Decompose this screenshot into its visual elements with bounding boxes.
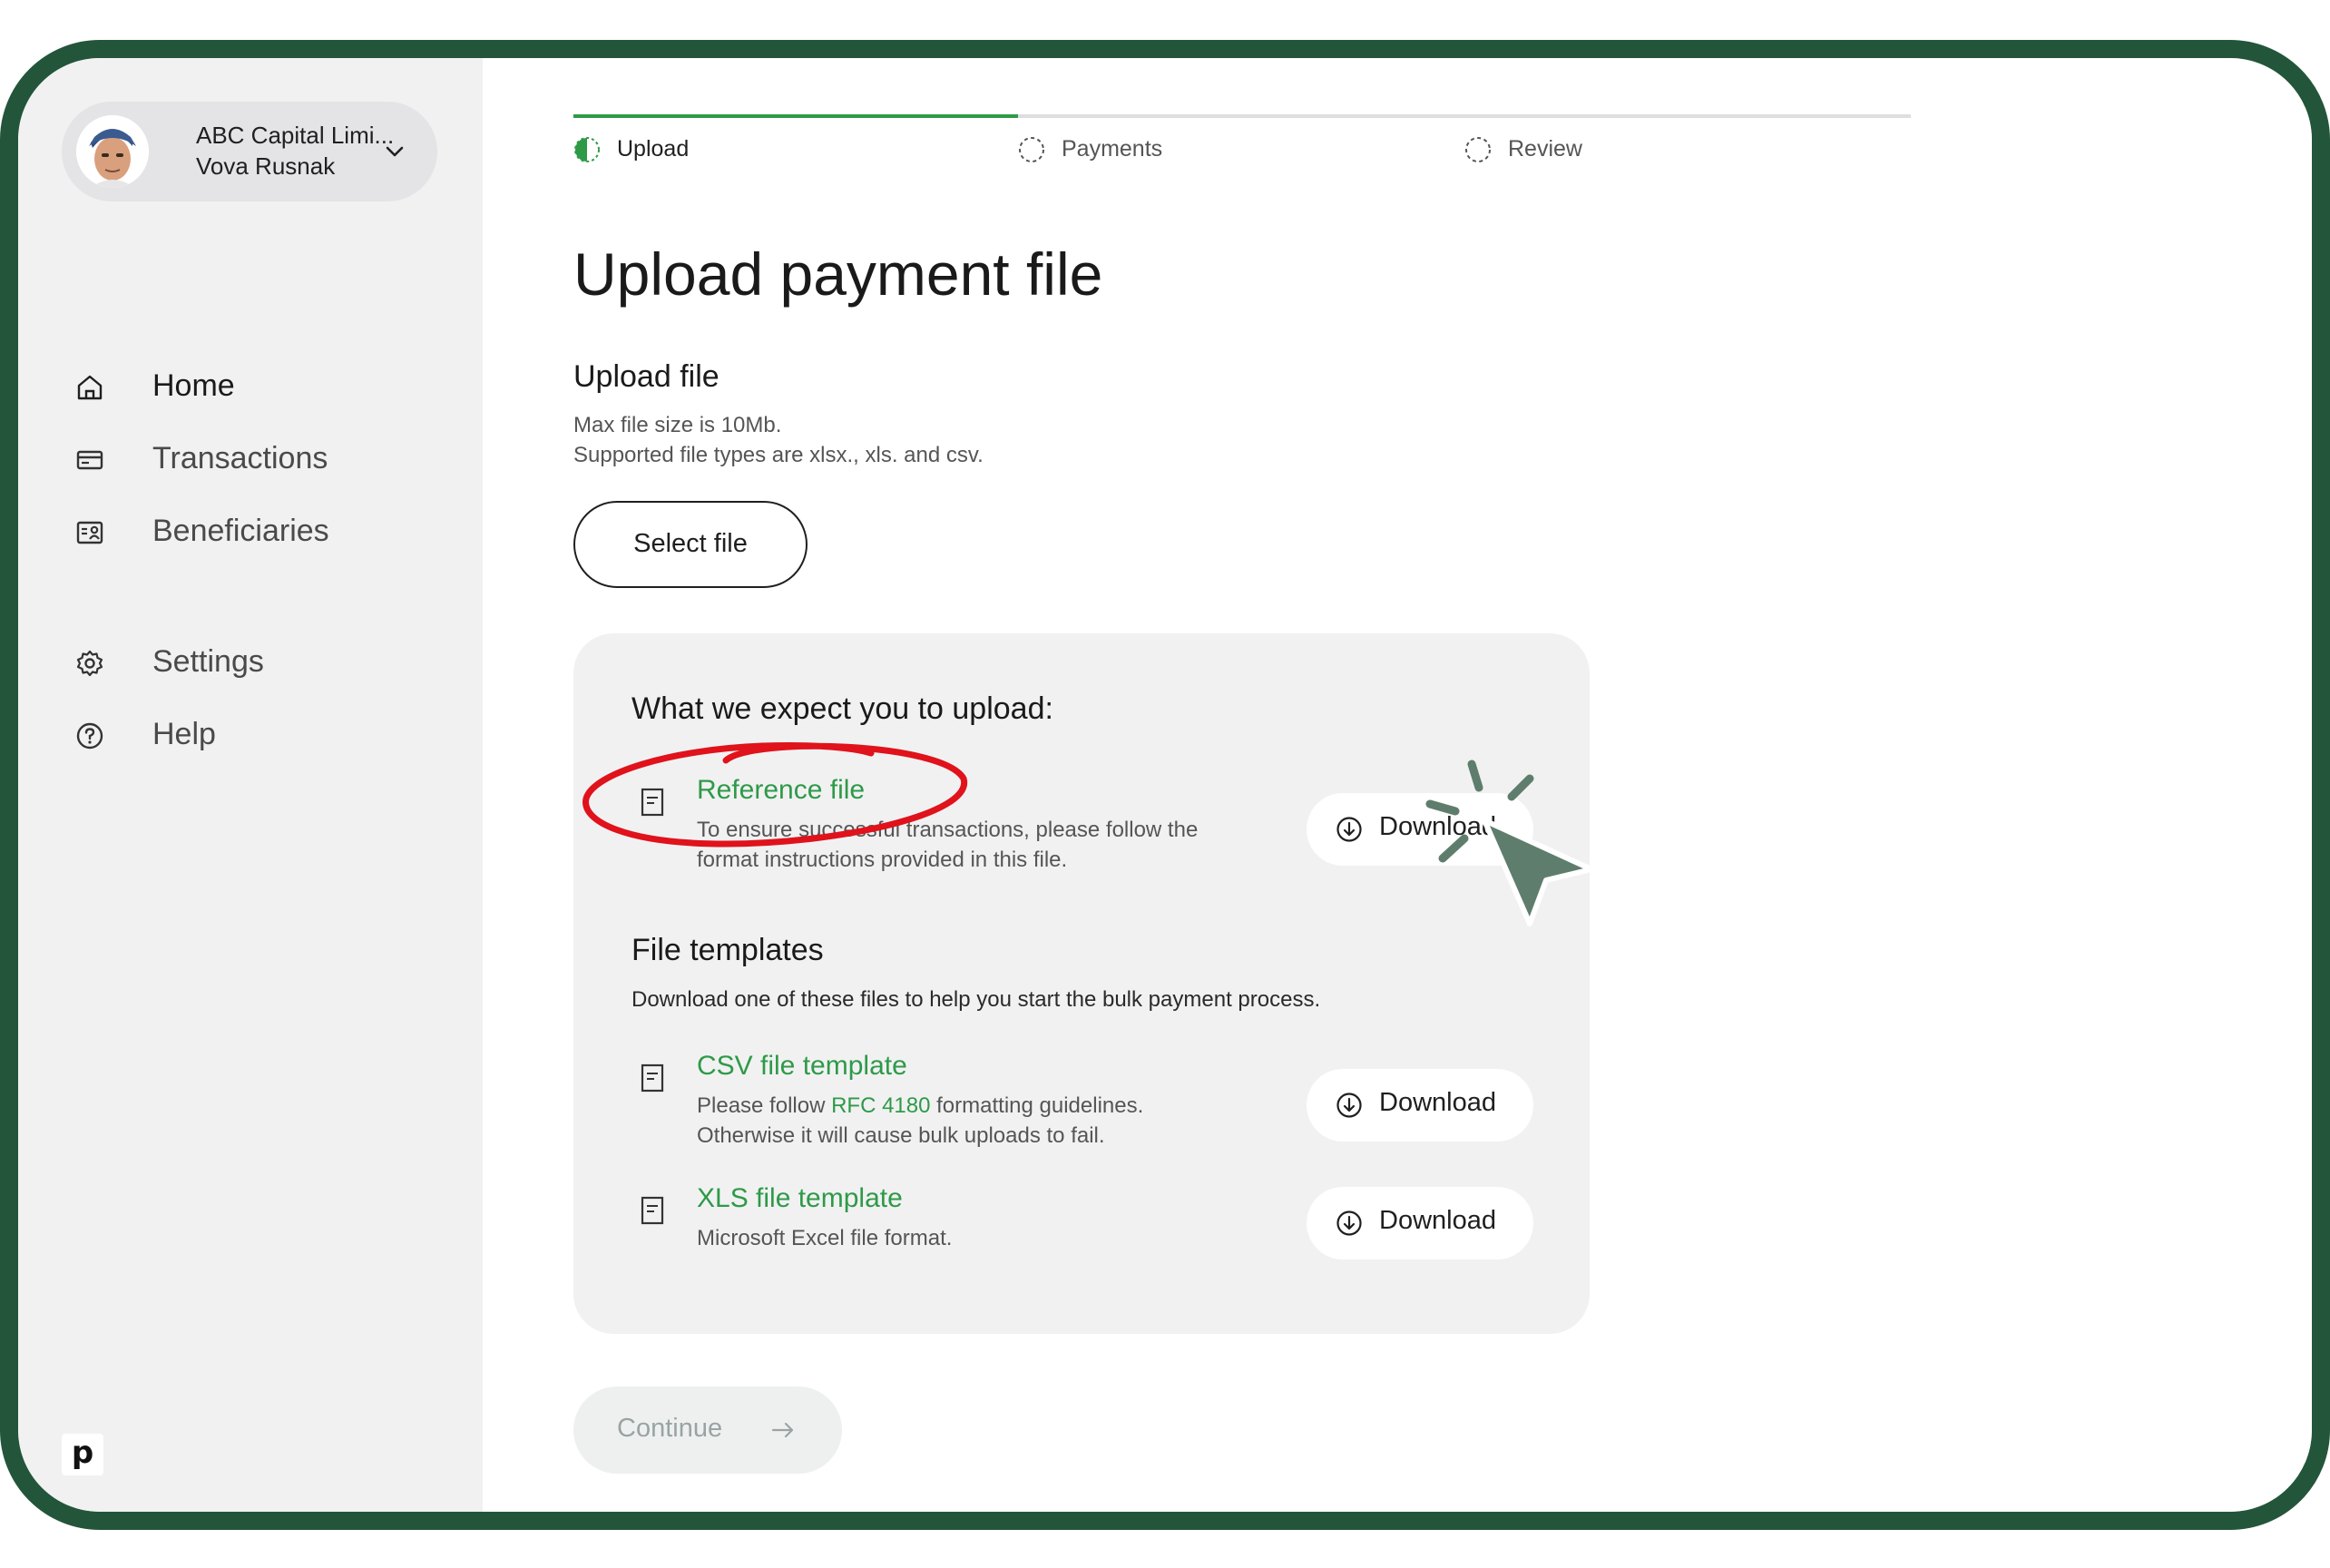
nav-item-transactions[interactable]: Transactions	[74, 434, 455, 485]
document-icon	[641, 788, 664, 817]
download-icon	[1336, 1210, 1362, 1236]
csv-desc-suffix: formatting guidelines.	[930, 1093, 1144, 1118]
reference-desc-line1: To ensure successful transactions, pleas…	[697, 818, 1199, 842]
account-user: Vova Rusnak	[196, 152, 336, 180]
reference-file-desc: To ensure successful transactions, pleas…	[697, 815, 1198, 875]
nav-item-beneficiaries[interactable]: Beneficiaries	[74, 506, 455, 557]
continue-label: Continue	[617, 1414, 723, 1443]
upload-help-text: Max file size is 10Mb. Supported file ty…	[573, 410, 984, 470]
rfc-4180-link[interactable]: RFC 4180	[831, 1093, 930, 1118]
select-file-button[interactable]: Select file	[573, 501, 808, 588]
card-title: What we expect you to upload:	[631, 691, 1053, 726]
pending-circle-icon	[1465, 137, 1491, 162]
step-label-payments: Payments	[1062, 136, 1163, 162]
step-label-upload: Upload	[617, 136, 690, 162]
progress-half-icon	[574, 137, 600, 162]
step-label-review: Review	[1508, 136, 1582, 162]
account-company: ABC Capital Limi...	[196, 122, 395, 149]
nav-item-settings[interactable]: Settings	[74, 637, 455, 688]
continue-button[interactable]: Continue	[573, 1387, 842, 1474]
file-templates-title: File templates	[631, 933, 824, 967]
download-reference-button[interactable]: Download	[1307, 793, 1533, 866]
pending-circle-icon	[1019, 137, 1044, 162]
sidebar: ABC Capital Limi... Vova Rusnak Home Tra…	[18, 58, 483, 1512]
contact-card-icon	[76, 521, 103, 544]
stepper: Upload Payments Review	[573, 114, 1911, 187]
chevron-down-icon	[386, 146, 404, 157]
nav-item-home[interactable]: Home	[74, 361, 455, 412]
page-title: Upload payment file	[573, 240, 1103, 308]
card-icon	[76, 450, 103, 470]
nav-label-transactions: Transactions	[152, 441, 328, 475]
gear-icon	[76, 650, 103, 677]
download-icon	[1336, 817, 1362, 842]
file-templates-desc: Download one of these files to help you …	[631, 987, 1321, 1012]
csv-desc-line2: Otherwise it will cause bulk uploads to …	[697, 1123, 1105, 1148]
csv-template-desc: Please follow RFC 4180 formatting guidel…	[697, 1091, 1143, 1151]
avatar	[76, 115, 149, 188]
nav-label-help: Help	[152, 717, 216, 751]
download-icon	[1336, 1093, 1362, 1118]
download-xls-button[interactable]: Download	[1307, 1187, 1533, 1259]
upload-expectations-card: What we expect you to upload: Reference …	[573, 633, 1590, 1334]
reference-file-link[interactable]: Reference file	[697, 775, 865, 806]
csv-desc-line1: Please follow RFC 4180 formatting guidel…	[697, 1091, 1143, 1121]
download-csv-button[interactable]: Download	[1307, 1069, 1533, 1142]
brand-logo: p	[62, 1434, 103, 1475]
download-label: Download	[1379, 1088, 1496, 1117]
reference-desc-line2: format instructions provided in this fil…	[697, 848, 1068, 872]
nav-label-home: Home	[152, 368, 235, 403]
csv-template-link[interactable]: CSV file template	[697, 1051, 907, 1082]
document-icon	[641, 1196, 664, 1225]
help-line-size: Max file size is 10Mb.	[573, 413, 782, 437]
upload-section-title: Upload file	[573, 359, 720, 394]
step-progress-remaining	[1018, 114, 1911, 118]
step-progress-upload	[573, 114, 1018, 118]
help-circle-icon	[76, 722, 103, 750]
account-switcher[interactable]: ABC Capital Limi... Vova Rusnak	[62, 102, 437, 201]
arrow-right-icon	[771, 1422, 794, 1438]
xls-template-desc: Microsoft Excel file format.	[697, 1226, 953, 1250]
app-window: ABC Capital Limi... Vova Rusnak Home Tra…	[0, 40, 2330, 1530]
help-line-types: Supported file types are xlsx., xls. and…	[573, 443, 984, 467]
nav-label-settings: Settings	[152, 644, 264, 679]
home-icon	[77, 375, 103, 400]
xls-template-link[interactable]: XLS file template	[697, 1183, 903, 1214]
nav-label-beneficiaries: Beneficiaries	[152, 514, 329, 548]
download-label: Download	[1379, 812, 1496, 841]
main-content: Upload Payments Review Upload payment fi…	[483, 58, 2312, 1512]
download-label: Download	[1379, 1206, 1496, 1235]
document-icon	[641, 1063, 664, 1093]
csv-desc-prefix: Please follow	[697, 1093, 832, 1118]
nav-item-help[interactable]: Help	[74, 710, 455, 760]
